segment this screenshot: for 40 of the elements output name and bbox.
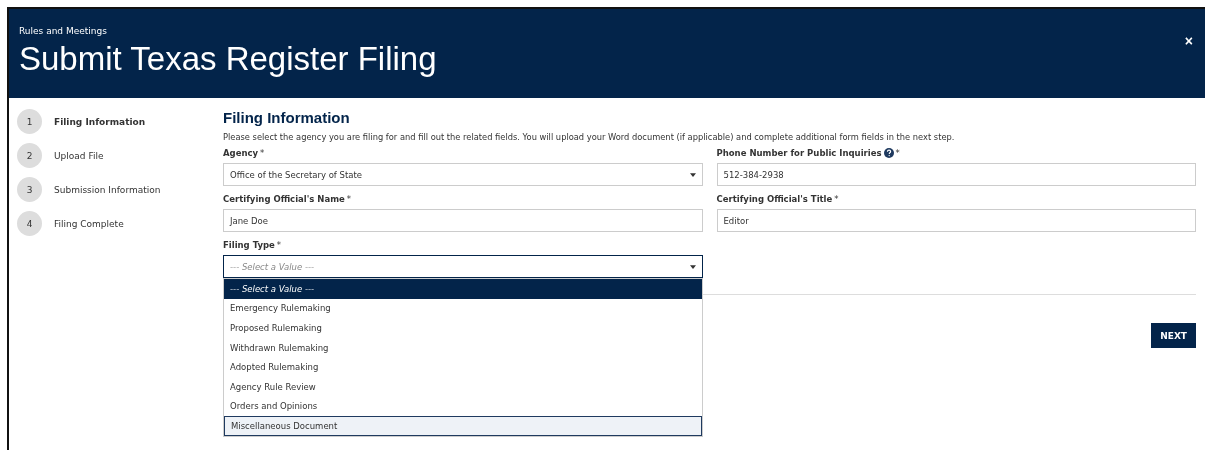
- field-label: Certifying Official's Title: [716, 194, 833, 204]
- step-number: 4: [17, 211, 42, 236]
- step-label[interactable]: Filing Complete: [54, 218, 124, 229]
- field-label: Agency: [223, 148, 259, 158]
- step-label[interactable]: Submission Information: [54, 184, 161, 195]
- input-field[interactable]: Jane Doe: [223, 209, 703, 232]
- section-heading: Filing Information: [223, 109, 351, 126]
- select-field[interactable]: Office of the Secretary of State: [223, 163, 703, 186]
- field-label: Phone Number for Public Inquiries: [716, 148, 882, 158]
- dropdown-option[interactable]: --- Select a Value ---: [224, 279, 702, 299]
- step-number: 1: [17, 109, 42, 134]
- dropdown-option[interactable]: Adopted Rulemaking: [224, 357, 702, 377]
- next-button[interactable]: NEXT: [1151, 323, 1196, 348]
- field-label: Filing Type: [223, 240, 275, 250]
- dropdown-option[interactable]: Miscellaneous Document: [224, 416, 702, 436]
- dropdown-option[interactable]: Proposed Rulemaking: [224, 318, 702, 338]
- dropdown-option[interactable]: Emergency Rulemaking: [224, 298, 702, 319]
- input-field[interactable]: Editor: [716, 209, 1196, 232]
- help-icon[interactable]: [883, 148, 894, 158]
- required-mark: *: [895, 148, 900, 158]
- dropdown-option[interactable]: Orders and Opinions: [224, 396, 702, 417]
- required-mark: *: [834, 194, 839, 204]
- input-field[interactable]: 512-384-2938: [716, 163, 1196, 186]
- step-number: 2: [17, 143, 42, 168]
- breadcrumb: Rules and Meetings: [19, 26, 108, 36]
- description: Please select the agency you are filing for and fill out the related fields. You will upload your Word document (if applicable) and complete additional form fields in the next step.: [223, 132, 956, 142]
- dropdown-option[interactable]: Agency Rule Review: [224, 376, 702, 397]
- caret-icon: [689, 172, 696, 177]
- step-label[interactable]: Upload File: [54, 150, 104, 161]
- dialog-title: Submit Texas Register Filing: [19, 40, 437, 78]
- required-mark: *: [346, 194, 352, 204]
- required-mark: *: [276, 240, 282, 250]
- close-button[interactable]: ×: [1180, 33, 1197, 49]
- step-label[interactable]: Filing Information: [54, 116, 146, 127]
- select-field[interactable]: --- Select a Value ---: [223, 255, 703, 278]
- field-label: Certifying Official's Name: [223, 194, 345, 204]
- step-number: 3: [17, 177, 42, 202]
- required-mark: *: [260, 148, 265, 158]
- caret-icon: [689, 264, 696, 269]
- dropdown-option[interactable]: Withdrawn Rulemaking: [224, 337, 702, 358]
